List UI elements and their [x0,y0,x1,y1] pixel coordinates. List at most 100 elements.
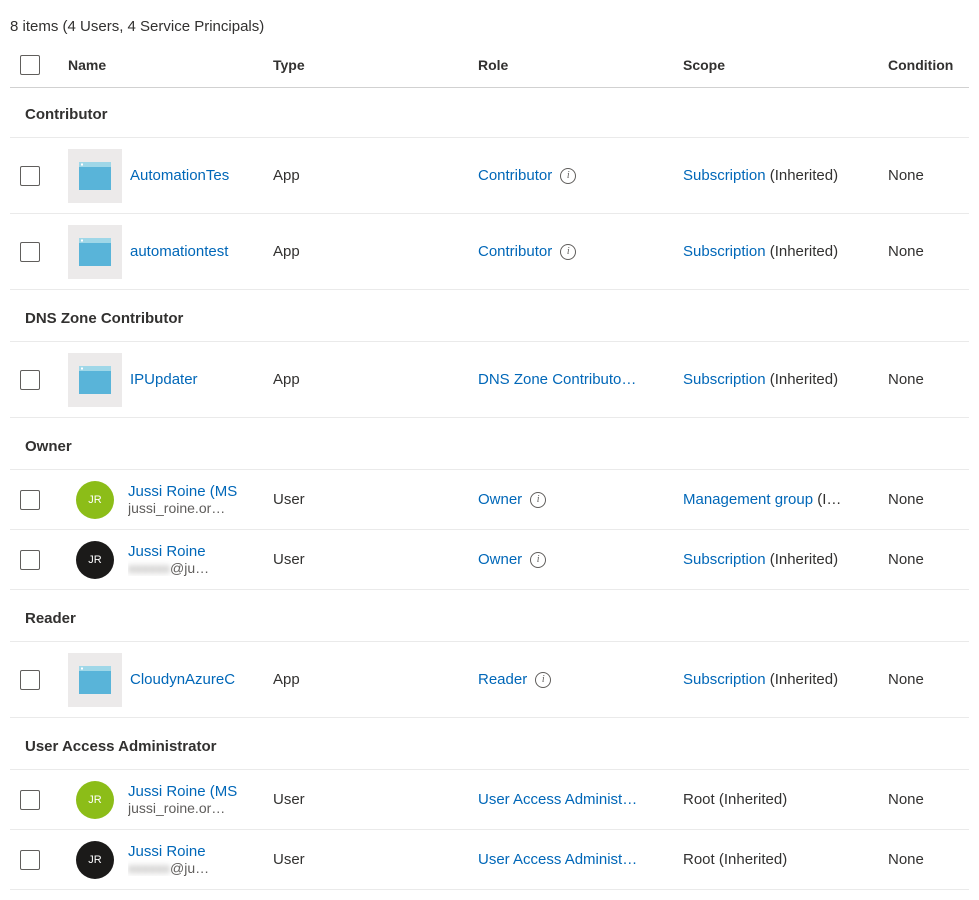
scope-cell: Subscription (Inherited) [683,371,888,388]
scope-suffix: (Inherited) [766,551,839,568]
scope-link[interactable]: Management group [683,491,813,508]
avatar: JR [76,541,114,579]
info-icon[interactable]: i [530,492,546,508]
table-row: AutomationTes AppContributor i Subscription… [10,138,969,214]
table-header: Name Type Role Scope Condition [10,45,969,88]
name-cell: AutomationTes [68,149,273,203]
avatar: JR [76,841,114,879]
items-summary: 8 items (4 Users, 4 Service Principals) [10,10,969,45]
scope-suffix: (I… [813,491,841,508]
row-checkbox[interactable] [20,370,40,390]
type-cell: App [273,243,478,260]
table-row: automationtest AppContributor i Subscriptio… [10,214,969,290]
type-cell: User [273,491,478,508]
principal-link[interactable]: AutomationTes [130,167,267,184]
scope-link[interactable]: Subscription [683,243,766,260]
name-cell: automationtest [68,225,273,279]
role-cell: User Access Administ… [478,851,683,868]
scope-suffix: (Inherited) [766,243,839,260]
table-row: JRJussi Roinexxxxxx@ju…UserUser Access A… [10,830,969,890]
col-name[interactable]: Name [68,57,273,73]
row-checkbox[interactable] [20,670,40,690]
col-scope[interactable]: Scope [683,57,888,73]
col-type[interactable]: Type [273,57,478,73]
condition-cell: None [888,371,968,388]
app-icon [68,353,122,407]
principal-link[interactable]: CloudynAzureC [130,671,267,688]
principal-link[interactable]: Jussi Roine [128,543,267,560]
scope-cell: Root (Inherited) [683,851,888,868]
type-cell: App [273,371,478,388]
role-cell: Readeri [478,671,683,688]
scope-cell: Subscription (Inherited) [683,551,888,568]
role-link[interactable]: Owner [478,551,522,568]
principal-link[interactable]: automationtest [130,243,267,260]
role-link[interactable]: DNS Zone Contributo… [478,371,636,388]
role-link[interactable]: User Access Administ… [478,791,637,808]
scope-cell: Subscription (Inherited) [683,167,888,184]
group-header: Reader [10,590,969,642]
role-cell: User Access Administ… [478,791,683,808]
scope-suffix: (Inherited) [766,371,839,388]
role-cell: DNS Zone Contributo… [478,371,683,388]
condition-cell: None [888,551,968,568]
role-link[interactable]: Owner [478,491,522,508]
row-checkbox[interactable] [20,490,40,510]
role-link[interactable]: Contributor [478,243,552,260]
type-cell: User [273,791,478,808]
avatar: JR [76,481,114,519]
principal-sub: jussi_roine.or… [128,800,267,816]
name-cell: JRJussi Roinexxxxxx@ju… [68,841,273,879]
info-icon[interactable]: i [535,672,551,688]
condition-cell: None [888,243,968,260]
principal-sub: jussi_roine.or… [128,500,267,516]
col-condition[interactable]: Condition [888,57,968,73]
row-checkbox[interactable] [20,166,40,186]
info-icon[interactable]: i [530,552,546,568]
table-row: CloudynAzureCAppReaderiSubscription (Inh… [10,642,969,718]
info-icon[interactable]: i [560,244,576,260]
role-link[interactable]: User Access Administ… [478,851,637,868]
scope-link[interactable]: Subscription [683,167,766,184]
scope-link[interactable]: Subscription [683,551,766,568]
app-icon [68,225,122,279]
role-cell: Contributor i [478,167,683,184]
name-cell: CloudynAzureC [68,653,273,707]
principal-sub: xxxxxx@ju… [128,560,267,576]
name-cell: IPUpdater [68,353,273,407]
row-checkbox[interactable] [20,850,40,870]
role-link[interactable]: Contributor [478,167,552,184]
table-row: JR Jussi Roine (MSjussi_roine.or… UserUser… [10,770,969,830]
scope-link[interactable]: Subscription [683,371,766,388]
name-cell: JR Jussi Roine (MSjussi_roine.or… [68,481,273,519]
scope-cell: Subscription (Inherited) [683,671,888,688]
scope-suffix: (Inherited) [766,671,839,688]
row-checkbox[interactable] [20,550,40,570]
role-link[interactable]: Reader [478,671,527,688]
col-role[interactable]: Role [478,57,683,73]
condition-cell: None [888,167,968,184]
select-all-checkbox[interactable] [20,55,40,75]
info-icon[interactable]: i [560,168,576,184]
type-cell: App [273,167,478,184]
scope-link[interactable]: Subscription [683,671,766,688]
scope-cell: Subscription (Inherited) [683,243,888,260]
table-row: JR Jussi Roine (MSjussi_roine.or… UserOwne… [10,470,969,530]
name-cell: JR Jussi Roine (MSjussi_roine.or… [68,781,273,819]
avatar: JR [76,781,114,819]
scope-suffix: (Inherited) [766,167,839,184]
scope-suffix: Root (Inherited) [683,791,787,808]
table-row: JRJussi Roinexxxxxx@ju…UserOwneriSubscri… [10,530,969,590]
principal-link[interactable]: Jussi Roine [128,843,267,860]
scope-cell: Root (Inherited) [683,791,888,808]
principal-link[interactable]: Jussi Roine (MS [128,483,267,500]
scope-cell: Management group (I… [683,491,888,508]
condition-cell: None [888,851,968,868]
principal-link[interactable]: IPUpdater [130,371,267,388]
row-checkbox[interactable] [20,790,40,810]
principal-link[interactable]: Jussi Roine (MS [128,783,267,800]
row-checkbox[interactable] [20,242,40,262]
app-icon [68,653,122,707]
group-header: DNS Zone Contributor [10,290,969,342]
role-cell: Owneri [478,551,683,568]
